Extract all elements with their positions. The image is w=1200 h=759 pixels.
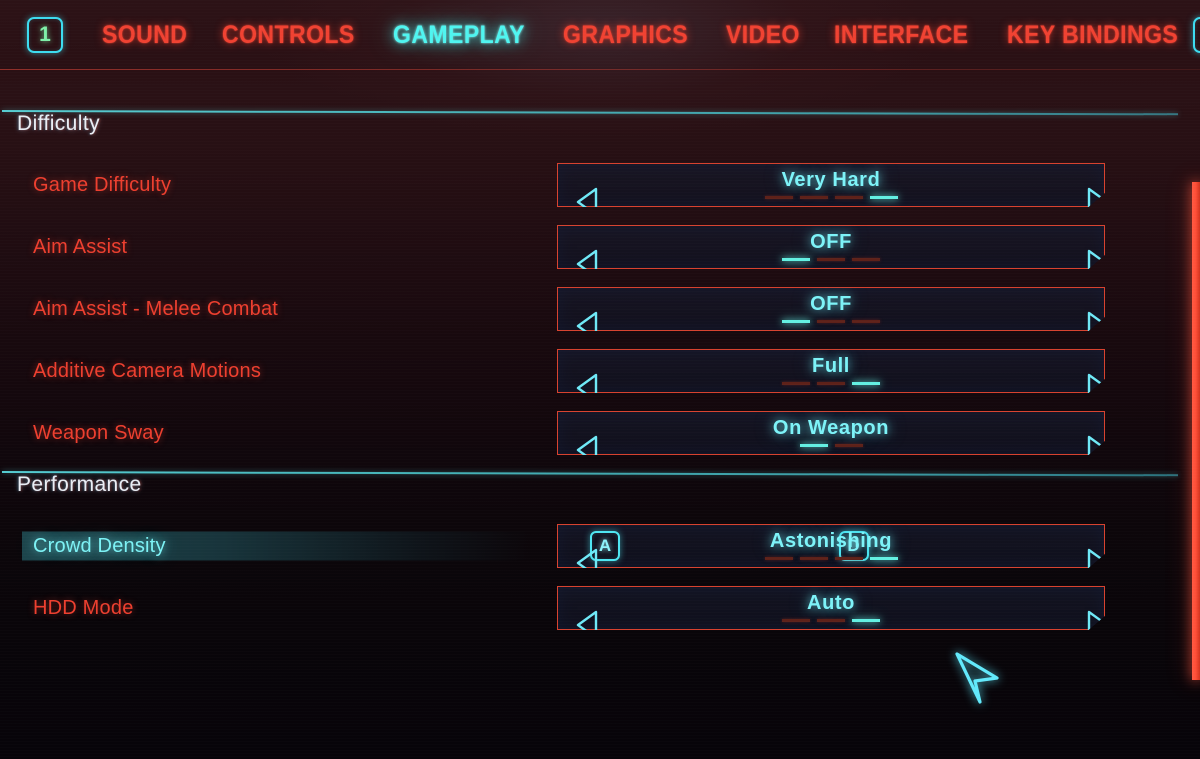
settings-row[interactable]: Weapon Sway On Weapon — [0, 402, 1200, 464]
option-value-group: OFF — [558, 226, 1104, 268]
step-segment — [852, 319, 880, 323]
tab-graphics[interactable]: GRAPHICS — [563, 21, 688, 50]
tab-controls[interactable]: CONTROLS — [222, 21, 355, 50]
option-step-indicator — [799, 443, 863, 447]
page-badge-left[interactable]: 1 — [27, 17, 63, 53]
option-step-indicator — [782, 618, 880, 622]
section-difficulty: Difficulty Game Difficulty Very Hard Aim As… — [0, 70, 1200, 471]
tab-gameplay[interactable]: GAMEPLAY — [393, 21, 525, 50]
step-segment — [782, 381, 810, 385]
settings-row-label: HDD Mode — [33, 596, 134, 619]
step-segment — [852, 381, 880, 385]
step-segment — [817, 319, 845, 323]
section-title: Performance — [17, 473, 142, 496]
option-value-group: OFF — [558, 288, 1104, 330]
step-segment — [782, 618, 810, 622]
settings-row-label: Weapon Sway — [33, 421, 164, 444]
option-value-group: On Weapon — [558, 412, 1104, 454]
settings-content: Difficulty Game Difficulty Very Hard Aim As… — [0, 70, 1200, 759]
option-selector[interactable]: OFF — [557, 287, 1105, 331]
step-segment — [799, 195, 828, 199]
step-segment — [869, 556, 898, 560]
option-step-indicator — [764, 195, 898, 199]
option-value-group: Very Hard — [558, 164, 1104, 206]
option-value: Astonishing — [769, 529, 893, 552]
step-segment — [764, 195, 793, 199]
tab-sound[interactable]: SOUND — [102, 21, 187, 50]
scrollbar-track[interactable] — [1192, 182, 1200, 680]
settings-row[interactable]: Game Difficulty Very Hard — [0, 154, 1200, 216]
step-segment — [799, 556, 828, 560]
option-value-group: Auto — [558, 587, 1104, 629]
step-segment — [834, 195, 863, 199]
settings-screen: 1 SOUND CONTROLS GAMEPLAY GRAPHICS VIDEO INTE… — [0, 0, 1200, 759]
option-value-group: Astonishing — [558, 525, 1104, 567]
settings-row-label: Game Difficulty — [33, 173, 172, 196]
step-segment — [834, 443, 863, 447]
option-value: On Weapon — [772, 416, 890, 439]
settings-row-label: Additive Camera Motions — [33, 359, 262, 382]
tab-interface[interactable]: INTERFACE — [834, 21, 968, 50]
option-step-indicator — [782, 319, 880, 323]
settings-row[interactable]: Additive Camera Motions Full — [0, 340, 1200, 402]
settings-row-label: Aim Assist — [33, 235, 128, 258]
step-segment — [817, 257, 845, 261]
settings-tab-bar: SOUND CONTROLS GAMEPLAY GRAPHICS VIDEO INTERF… — [102, 21, 1193, 50]
settings-row[interactable]: HDD Mode Auto — [0, 577, 1200, 639]
option-value: Very Hard — [781, 168, 881, 191]
step-segment — [799, 443, 828, 447]
option-step-indicator — [782, 257, 880, 261]
step-segment — [817, 618, 845, 622]
section-title: Difficulty — [17, 112, 100, 135]
option-value: OFF — [810, 292, 852, 315]
page-badge-right[interactable]: 3 — [1193, 17, 1200, 53]
step-segment — [852, 618, 880, 622]
option-step-indicator — [782, 381, 880, 385]
option-selector[interactable]: Very Hard — [557, 163, 1105, 207]
option-selector[interactable]: A Astonishing D — [557, 524, 1105, 568]
step-segment — [852, 257, 880, 261]
settings-row-label: Crowd Density — [33, 534, 166, 557]
settings-row-label: Aim Assist - Melee Combat — [33, 297, 279, 320]
key-hint-right[interactable]: D — [838, 531, 869, 561]
option-value-group: Full — [558, 350, 1104, 392]
settings-row[interactable]: Crowd Density A Astonishing D — [0, 515, 1200, 577]
step-segment — [782, 257, 810, 261]
step-segment — [817, 381, 845, 385]
settings-header: 1 SOUND CONTROLS GAMEPLAY GRAPHICS VIDEO INTE… — [0, 0, 1200, 70]
option-selector[interactable]: Auto — [557, 586, 1105, 630]
option-value: OFF — [810, 230, 852, 253]
settings-row[interactable]: Aim Assist OFF — [0, 216, 1200, 278]
scrollbar-thumb[interactable] — [1192, 182, 1200, 680]
tab-video[interactable]: VIDEO — [726, 21, 800, 50]
section-performance: Performance Crowd Density A Astonishing D HDD… — [0, 471, 1200, 639]
option-selector[interactable]: OFF — [557, 225, 1105, 269]
option-step-indicator — [764, 556, 898, 560]
step-segment — [782, 319, 810, 323]
option-value: Full — [812, 354, 850, 377]
option-selector[interactable]: Full — [557, 349, 1105, 393]
step-segment — [764, 556, 793, 560]
option-selector[interactable]: On Weapon — [557, 411, 1105, 455]
settings-row[interactable]: Aim Assist - Melee Combat OFF — [0, 278, 1200, 340]
option-value: Auto — [807, 591, 855, 614]
tab-key-bindings[interactable]: KEY BINDINGS — [1007, 21, 1178, 50]
step-segment — [869, 195, 898, 199]
